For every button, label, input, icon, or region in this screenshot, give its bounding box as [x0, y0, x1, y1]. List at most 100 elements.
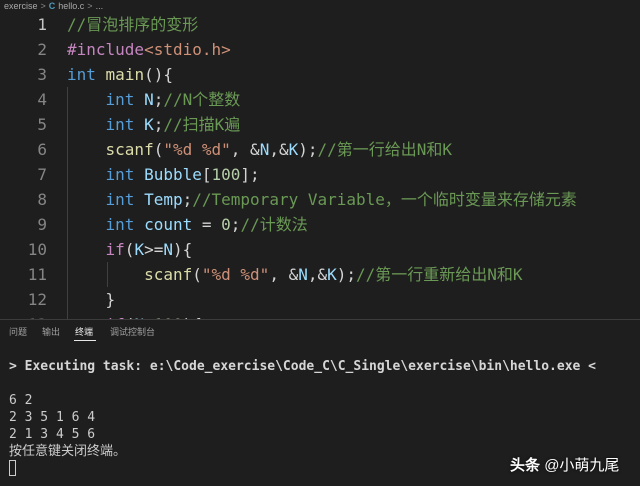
breadcrumb: exercise > Chello.c >...: [0, 0, 640, 12]
code-token: //Temporary Variable，一个临时变量来存储元素: [192, 190, 577, 209]
code-text: int Bubble[100];: [67, 162, 260, 187]
code-token: int: [105, 215, 135, 234]
code-text: if(K>=N){: [67, 237, 193, 262]
chevron-right-icon: >: [87, 1, 93, 11]
code-line: 8 int Temp;//Temporary Variable，一个临时变量来存…: [0, 187, 640, 212]
line-number: 4: [37, 90, 47, 109]
code-token: ;: [182, 190, 193, 209]
code-text: scanf("%d %d", &N,&K);//第一行给出N和K: [67, 137, 453, 162]
code-line: 4 int N;//N个整数: [0, 87, 640, 112]
code-line: 13 if(N<100){: [0, 312, 640, 319]
code-text: //冒泡排序的变形: [67, 12, 198, 37]
code-token: 100: [211, 165, 241, 184]
code-token: ];: [240, 165, 260, 184]
code-line: 3 int main(){: [0, 62, 640, 87]
line-number: 3: [37, 65, 47, 84]
terminal-output-line: 2 3 5 1 6 4: [9, 410, 96, 425]
code-token: //N个整数: [163, 90, 241, 109]
line-number: 6: [37, 140, 47, 159]
terminal-output-line: 2 1 3 4 5 6: [9, 427, 96, 442]
code-token: K: [288, 140, 299, 159]
breadcrumb-folder[interactable]: exercise: [4, 0, 38, 12]
line-number: 10: [27, 240, 47, 259]
line-number: 12: [27, 290, 47, 309]
code-token: if: [105, 240, 125, 259]
code-token: ){: [172, 240, 193, 259]
code-token: (: [153, 140, 164, 159]
code-token: ,&: [269, 140, 289, 159]
code-token: K: [144, 115, 154, 134]
code-token: //扫描K遍: [163, 115, 241, 134]
code-token: int: [105, 115, 135, 134]
code-token: int: [105, 190, 135, 209]
tab-output[interactable]: 输出: [42, 326, 60, 338]
line-number: 9: [37, 215, 47, 234]
line-number: 7: [37, 165, 47, 184]
code-line: 12 }: [0, 287, 640, 312]
code-line: 5 int K;//扫描K遍: [0, 112, 640, 137]
code-text: int K;//扫描K遍: [67, 112, 241, 137]
code-token: N: [163, 240, 173, 259]
code-token: N: [259, 140, 270, 159]
code-token: <stdio.h>: [144, 40, 231, 59]
code-line: 6 scanf("%d %d", &N,&K);//第一行给出N和K: [0, 137, 640, 162]
code-token: , &: [230, 140, 260, 159]
code-editor[interactable]: 1//冒泡排序的变形 2 #include<stdio.h> 3 int main(){…: [0, 12, 640, 319]
c-file-icon: C: [48, 1, 56, 11]
code-token: //冒泡排序的变形: [67, 15, 199, 34]
code-token: scanf: [144, 265, 193, 284]
code-line: 9 int count = 0;//计数法: [0, 212, 640, 237]
code-token: ,&: [307, 265, 328, 284]
code-token: );: [336, 265, 357, 284]
terminal-output-line: 6 2: [9, 393, 33, 408]
watermark-handle: @小萌九尾: [544, 457, 620, 474]
code-text: int count = 0;//计数法: [67, 212, 308, 237]
line-number: 8: [37, 190, 47, 209]
code-line: 10 if(K>=N){: [0, 237, 640, 262]
code-token: "%d %d": [163, 140, 231, 159]
code-token: "%d %d": [201, 265, 270, 284]
line-number: 11: [27, 265, 47, 284]
code-token: int: [105, 90, 135, 109]
terminal-cursor[interactable]: [9, 460, 16, 476]
code-token: =: [192, 215, 222, 234]
code-token: #include: [67, 40, 145, 59]
code-text: scanf("%d %d", &N,&K);//第一行重新给出N和K: [67, 262, 523, 287]
line-number: 2: [37, 40, 47, 59]
tab-problems[interactable]: 问题: [9, 326, 27, 338]
code-token: (: [124, 240, 135, 259]
code-token: Bubble: [144, 165, 202, 184]
code-token: >=: [144, 240, 164, 259]
code-text: int N;//N个整数: [67, 87, 241, 112]
breadcrumb-file[interactable]: hello.c: [58, 0, 84, 12]
tab-terminal[interactable]: 终端: [75, 326, 93, 338]
code-token: (: [192, 265, 202, 284]
code-line: 7 int Bubble[100];: [0, 162, 640, 187]
code-token: //计数法: [240, 215, 308, 234]
code-token: [: [201, 165, 212, 184]
panel-tabs: 问题 输出 终端 调试控制台: [0, 320, 640, 344]
watermark-brand: 头条: [510, 457, 541, 474]
tab-debug-console[interactable]: 调试控制台: [110, 326, 155, 338]
code-token: ;: [153, 90, 164, 109]
code-token: }: [67, 290, 116, 309]
code-token: );: [298, 140, 318, 159]
code-token: ;: [153, 115, 164, 134]
chevron-right-icon: >: [40, 1, 46, 11]
code-token: N: [144, 90, 154, 109]
terminal-task-line: > Executing task: e:\Code_exercise\Code_…: [9, 359, 596, 374]
breadcrumb-symbol[interactable]: ...: [96, 0, 104, 12]
code-token: //第一行给出N和K: [317, 140, 453, 159]
